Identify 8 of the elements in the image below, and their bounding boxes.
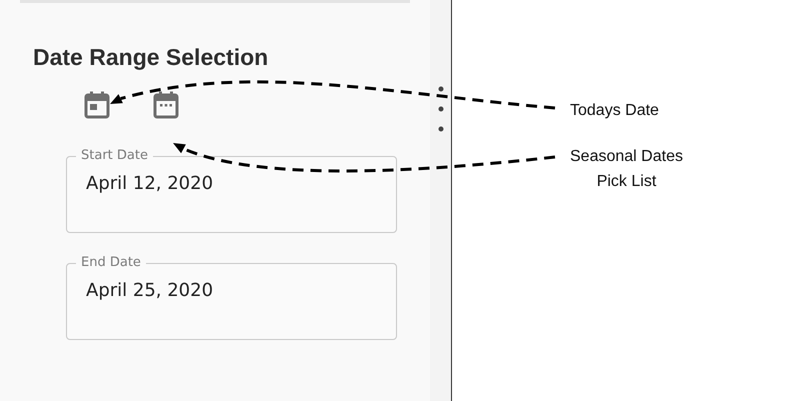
calendar-icon[interactable] xyxy=(153,91,179,119)
annotation-label: Seasonal Dates Pick List xyxy=(570,147,683,192)
calendar-today-icon[interactable] xyxy=(84,91,110,119)
more-menu-icon[interactable] xyxy=(438,86,444,132)
date-field[interactable]: End Date April 25, 2020 xyxy=(66,255,397,340)
annotation-label: Todays Date xyxy=(570,101,660,121)
date-field[interactable]: Start Date April 12, 2020 xyxy=(66,148,397,233)
panel-title: Date Range Selection xyxy=(33,44,270,71)
